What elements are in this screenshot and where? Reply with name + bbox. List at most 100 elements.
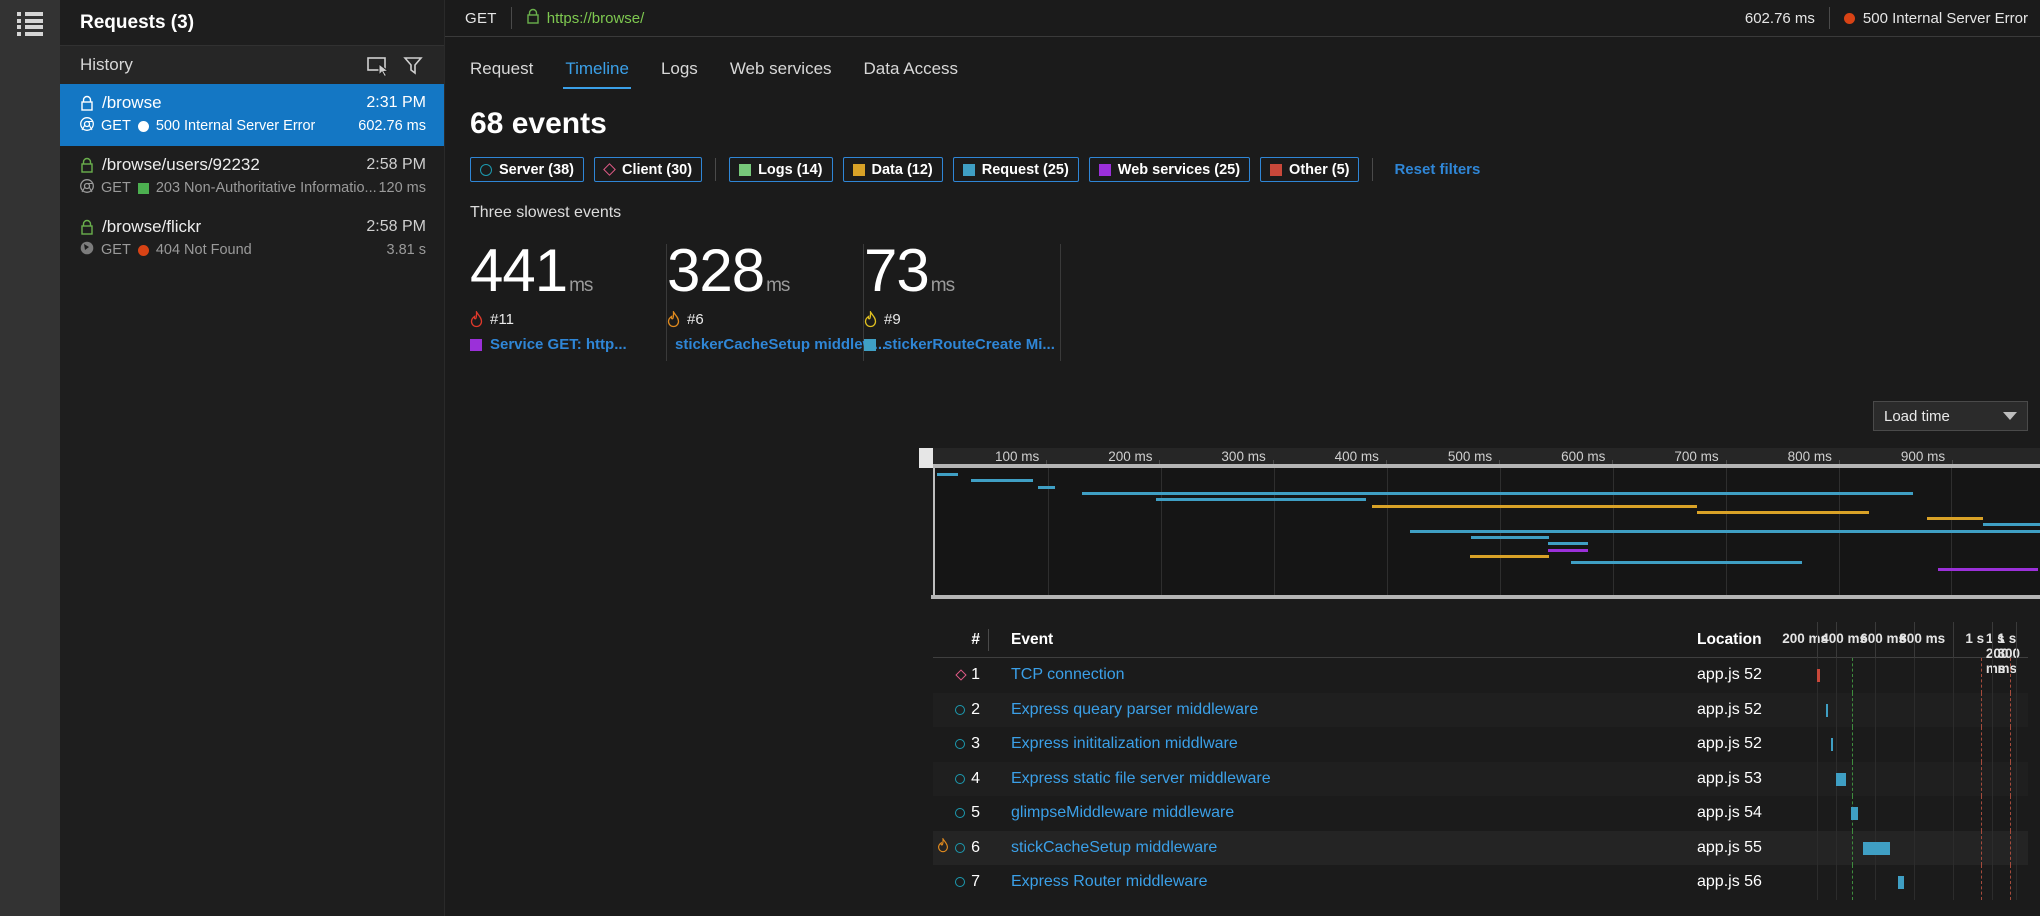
slowest-unit: ms	[569, 275, 592, 296]
table-column-rule	[1953, 762, 1954, 797]
list-item[interactable]: /browse 2:31 PM GET 500 Internal Server …	[60, 84, 444, 146]
event-name-link[interactable]: Express queary parser middleware	[989, 701, 1697, 719]
filter-chip-data[interactable]: Data (12)	[843, 157, 943, 182]
event-timeline-cell	[1817, 831, 2028, 866]
filter-chip-request[interactable]: Request (25)	[953, 157, 1079, 182]
event-name-link[interactable]: Express static file server middleware	[989, 770, 1697, 788]
table-row[interactable]: 1TCP connectionapp.js 52	[933, 658, 2028, 693]
request-method: GET	[101, 118, 131, 134]
slowest-link[interactable]: stickerRouteCreate Mi...	[864, 336, 1060, 353]
timeline-marker-load-start	[1981, 762, 1982, 797]
tab-timeline[interactable]: Timeline	[549, 59, 645, 89]
event-bar[interactable]	[1826, 704, 1828, 717]
load-time-select[interactable]: Load time	[1873, 401, 2028, 431]
square-icon	[853, 164, 865, 176]
square-icon	[470, 339, 482, 351]
filter-icon[interactable]	[402, 54, 428, 76]
event-name-link[interactable]: glimpseMiddleware middleware	[989, 804, 1697, 822]
table-column-rule	[1875, 865, 1876, 900]
event-bar[interactable]	[1831, 738, 1833, 751]
chip-label: Logs (14)	[758, 162, 822, 178]
filter-chip-client[interactable]: Client (30)	[594, 157, 702, 182]
slowest-link[interactable]: Service GET: http...	[470, 336, 666, 353]
request-status: 500 Internal Server Error	[156, 118, 316, 134]
slowest-link[interactable]: stickerCacheSetup middlew...	[667, 336, 863, 353]
list-icon[interactable]	[17, 12, 43, 36]
lock-icon	[80, 219, 94, 235]
table-column-rule	[1875, 693, 1876, 728]
topbar-url[interactable]: https://browse/	[547, 10, 645, 27]
event-bar[interactable]	[1851, 807, 1858, 820]
slowest-card[interactable]: 73ms #9 stickerRouteCreate Mi...	[864, 230, 1060, 367]
timeline-marker-load-start	[1981, 693, 1982, 728]
overview-bar	[1038, 486, 1055, 489]
status-marker	[138, 183, 149, 194]
tab-data-access[interactable]: Data Access	[848, 59, 975, 89]
chip-label: Data (12)	[872, 162, 933, 178]
timeline-marker-load-start	[1981, 831, 1982, 866]
table-row[interactable]: 7Express Router middlewareapp.js 56	[933, 865, 2028, 900]
table-column-rule	[1817, 622, 1818, 659]
timeline-overview[interactable]: 100 ms200 ms300 ms400 ms500 ms600 ms700 …	[933, 448, 2040, 623]
filter-chips: Server (38) Client (30) Logs (14) Data (…	[445, 141, 2040, 182]
tab-request[interactable]: Request	[470, 59, 549, 89]
event-name-link[interactable]: Express Router middleware	[989, 873, 1697, 891]
event-name-link[interactable]: stickCacheSetup middleware	[989, 839, 1697, 857]
chip-label: Web services (25)	[1118, 162, 1240, 178]
table-column-rule	[2016, 796, 2017, 831]
request-url-row: /browse/flickr	[80, 217, 366, 237]
chrome-icon	[80, 117, 94, 135]
slowest-unit: ms	[766, 275, 789, 296]
filter-chip-web-services[interactable]: Web services (25)	[1089, 157, 1250, 182]
table-row[interactable]: 6stickCacheSetup middlewareapp.js 55	[933, 831, 2028, 866]
event-bar[interactable]	[1898, 876, 1904, 889]
event-location: app.js 55	[1697, 839, 1817, 857]
topbar-method: GET	[465, 10, 497, 27]
chip-label: Other (5)	[1289, 162, 1349, 178]
list-item[interactable]: /browse/flickr 2:58 PM GET 404 Not Found…	[60, 208, 444, 270]
slowest-value: 441	[470, 237, 567, 304]
filter-chip-logs[interactable]: Logs (14)	[729, 157, 832, 182]
list-item[interactable]: /browse/users/92232 2:58 PM GET 203 Non-…	[60, 146, 444, 208]
table-column-rule	[1992, 658, 1993, 693]
timeline-marker-load-end	[2010, 831, 2011, 866]
table-tick-label: 800 ms	[1899, 631, 1953, 646]
request-duration: 3.81 s	[387, 242, 427, 258]
tab-logs[interactable]: Logs	[645, 59, 714, 89]
overview-tick-label: 700 ms	[1674, 449, 1725, 464]
slowest-card[interactable]: 441ms #11 Service GET: http...	[470, 230, 666, 367]
event-location: app.js 52	[1697, 701, 1817, 719]
timeline-marker-load-end	[2010, 796, 2011, 831]
event-bar[interactable]	[1817, 669, 1820, 682]
table-column-rule	[1817, 762, 1818, 797]
divider	[715, 158, 716, 181]
slowest-index-row: #9	[864, 311, 1060, 328]
overview-left-handle[interactable]	[919, 448, 933, 468]
event-name-link[interactable]: TCP connection	[989, 666, 1697, 684]
overview-tick-label: 200 ms	[1108, 449, 1159, 464]
slowest-link-label: stickerCacheSetup middlew...	[675, 336, 886, 353]
chip-label: Client (30)	[622, 162, 692, 178]
row-number-cell: 1	[933, 666, 988, 684]
slowest-card[interactable]: 328ms #6 stickerCacheSetup middlew...	[667, 230, 863, 367]
request-status: 404 Not Found	[156, 242, 252, 258]
table-column-rule	[1836, 622, 1837, 659]
table-row[interactable]: 5glimpseMiddleware middlewareapp.js 54	[933, 796, 2028, 831]
pick-element-icon[interactable]	[366, 54, 392, 76]
table-row[interactable]: 4Express static file server middlewareap…	[933, 762, 2028, 797]
reset-filters-button[interactable]: Reset filters	[1394, 161, 1480, 178]
event-bar[interactable]	[1863, 842, 1890, 855]
table-row[interactable]: 2Express queary parser middlewareapp.js …	[933, 693, 2028, 728]
filter-chip-server[interactable]: Server (38)	[470, 157, 584, 182]
ring-icon	[955, 705, 965, 715]
row-number-cell: 3	[933, 735, 988, 753]
filter-chip-other[interactable]: Other (5)	[1260, 157, 1359, 182]
slowest-link-label: Service GET: http...	[490, 336, 627, 353]
event-bar[interactable]	[1836, 773, 1846, 786]
tab-bar: Request Timeline Logs Web services Data …	[445, 37, 2040, 89]
event-name-link[interactable]: Express inititalization middlware	[989, 735, 1697, 753]
table-row[interactable]: 3Express inititalization middlwareapp.js…	[933, 727, 2028, 762]
timeline-marker-dom-ready	[1852, 693, 1853, 728]
table-column-rule	[1836, 796, 1837, 831]
tab-web-services[interactable]: Web services	[714, 59, 848, 89]
